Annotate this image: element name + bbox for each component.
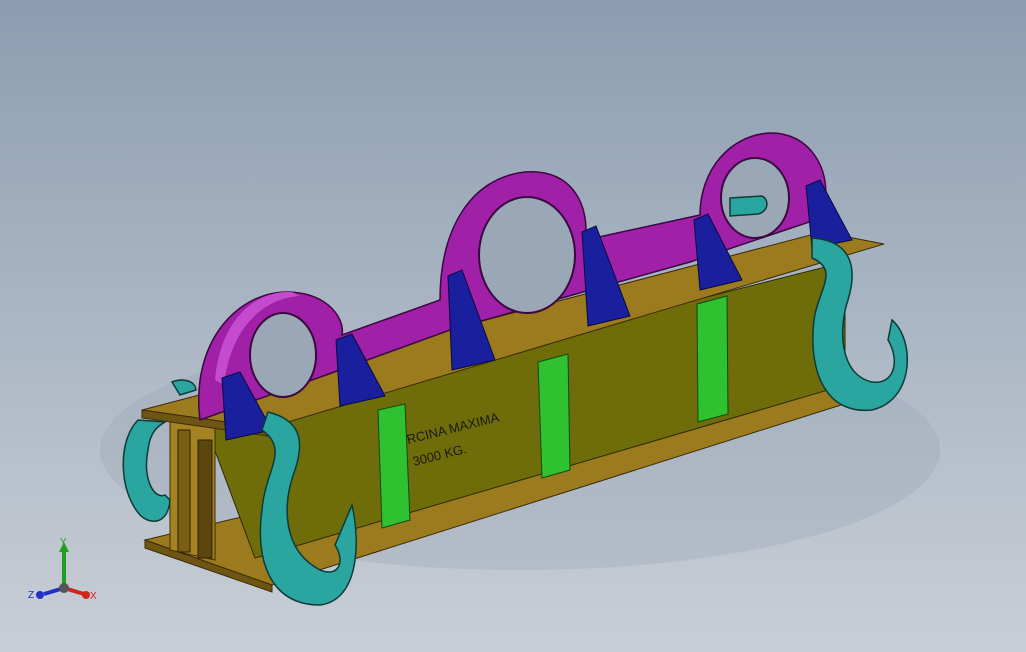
triad-z-label: Z	[28, 590, 34, 601]
lug-hole-1	[249, 312, 317, 398]
triad-z-tip	[36, 591, 44, 599]
stiffener-3[interactable]	[696, 295, 729, 423]
cad-viewport[interactable]: RCINA MAXIMA 3000 KG. Y X Z	[0, 0, 1026, 652]
hook-front-right[interactable]	[811, 237, 909, 412]
triad-x-label: X	[90, 591, 97, 602]
triad-x-tip	[82, 591, 90, 599]
hook-back-right[interactable]	[729, 195, 768, 217]
lug-hole-2	[478, 196, 576, 314]
axis-triad: Y X Z	[28, 537, 97, 602]
stiffener-1[interactable]	[377, 403, 411, 529]
triad-origin	[59, 583, 69, 593]
lifting-beam-model[interactable]: RCINA MAXIMA 3000 KG.	[0, 0, 1026, 652]
triad-y-label: Y	[60, 537, 67, 548]
beam-end-slot-right	[197, 439, 213, 559]
stiffener-2[interactable]	[537, 353, 571, 479]
beam-end-slot-left	[177, 429, 191, 553]
